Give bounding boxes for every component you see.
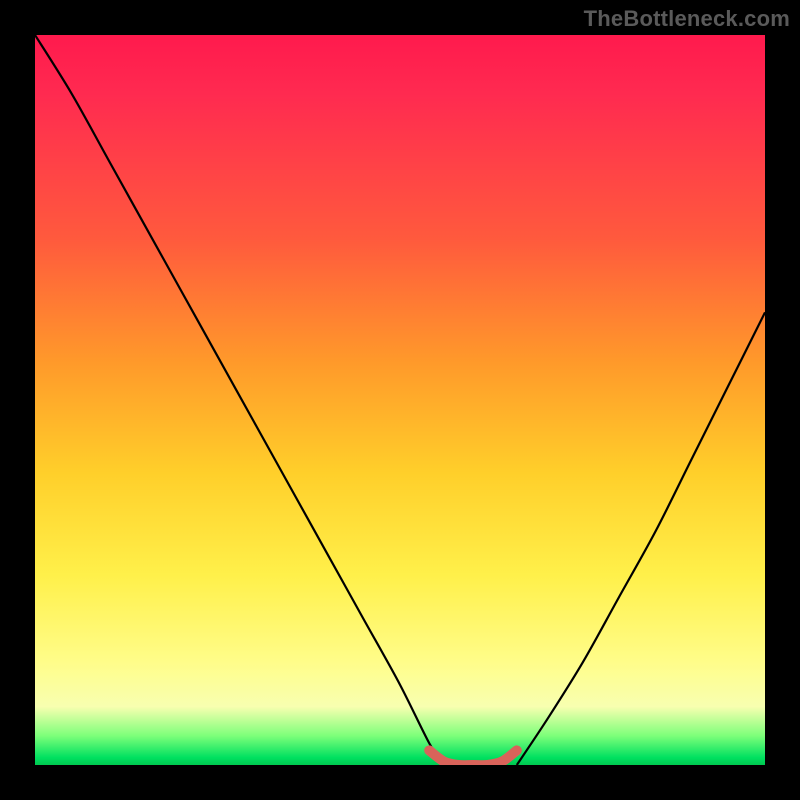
plot-area <box>35 35 765 765</box>
left-curve-path <box>35 35 444 765</box>
curve-layer <box>35 35 765 765</box>
chart-frame: TheBottleneck.com <box>0 0 800 800</box>
watermark-text: TheBottleneck.com <box>584 6 790 32</box>
optimal-region-mark <box>429 750 517 765</box>
right-curve-path <box>517 312 765 765</box>
